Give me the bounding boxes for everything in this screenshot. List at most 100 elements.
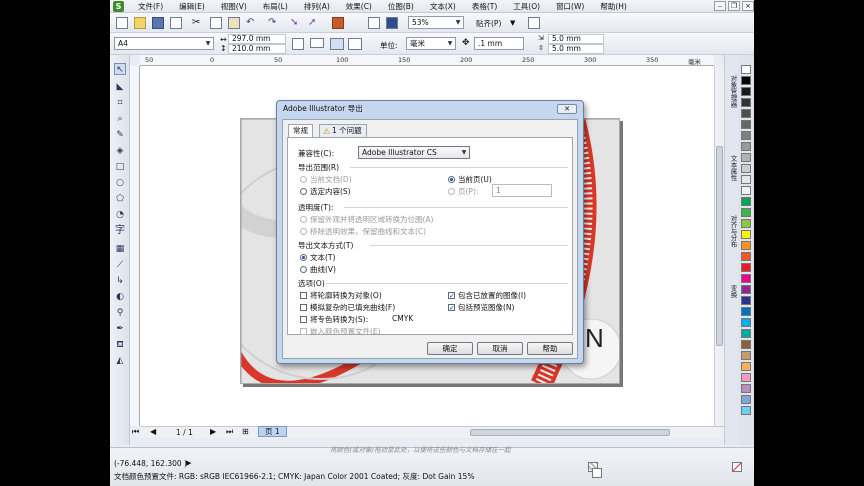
next-page-icon[interactable]: ▶: [210, 427, 216, 436]
options-icon[interactable]: [528, 17, 540, 29]
new-document-icon[interactable]: [116, 17, 128, 29]
radio-selected[interactable]: 选定内容(S): [300, 186, 351, 197]
menu-file[interactable]: 文件(F): [130, 1, 171, 12]
checkbox-convert-outlines[interactable]: 将轮廓转换为对象(O): [300, 290, 382, 301]
export-icon[interactable]: ➚: [308, 17, 320, 29]
color-swatch[interactable]: [741, 109, 751, 118]
copy-icon[interactable]: [210, 17, 222, 29]
color-swatch[interactable]: [741, 263, 751, 272]
add-page-icon[interactable]: ⊞: [242, 427, 249, 436]
scroll-thumb[interactable]: [470, 429, 670, 436]
paper-size-select[interactable]: A4 ▼: [114, 37, 214, 50]
scroll-thumb[interactable]: [716, 146, 723, 346]
color-swatch[interactable]: [741, 395, 751, 404]
shape-tool-icon[interactable]: ◣: [114, 81, 126, 93]
color-swatch[interactable]: [741, 351, 751, 360]
cancel-button[interactable]: 取消: [477, 342, 523, 355]
snap-dropdown-icon[interactable]: ▼: [510, 17, 522, 29]
color-swatch[interactable]: [741, 329, 751, 338]
color-swatch[interactable]: [741, 87, 751, 96]
menu-text[interactable]: 文本(X): [422, 1, 464, 12]
color-swatch[interactable]: [741, 230, 751, 239]
checkbox-spot-convert[interactable]: 将专色转换为(S):: [300, 314, 368, 325]
duplicate-x-input[interactable]: 5.0 mm: [548, 34, 604, 44]
color-swatch[interactable]: [741, 186, 751, 195]
menu-table[interactable]: 表格(T): [464, 1, 505, 12]
table-tool-icon[interactable]: ▦: [114, 243, 126, 255]
color-swatch[interactable]: [741, 373, 751, 382]
current-page-icon[interactable]: [348, 38, 362, 50]
pages-input[interactable]: 1: [492, 184, 552, 197]
ok-button[interactable]: 确定: [427, 342, 473, 355]
text-tool-icon[interactable]: 字: [114, 225, 126, 237]
compatibility-select[interactable]: Adobe Illustrator CS ▼: [358, 146, 470, 159]
nudge-input[interactable]: .1 mm: [474, 37, 524, 50]
units-select[interactable]: 毫米 ▼: [406, 37, 456, 50]
zoom-select[interactable]: 53% ▼: [408, 16, 464, 29]
restore-icon[interactable]: ❐: [728, 1, 740, 11]
horizontal-ruler[interactable]: 50 0 50 100 150 200 250 300 350 毫米: [140, 55, 714, 66]
color-swatch[interactable]: [741, 65, 751, 74]
help-button[interactable]: 帮助: [527, 342, 573, 355]
landscape-icon[interactable]: [310, 38, 324, 48]
color-swatch[interactable]: [741, 197, 751, 206]
connector-tool-icon[interactable]: ↳: [114, 275, 126, 287]
color-swatch[interactable]: [741, 241, 751, 250]
radio-remove-transparency[interactable]: 移除透明效果，保留曲线和文本(C): [300, 226, 426, 237]
pick-tool-icon[interactable]: ↖: [114, 63, 126, 75]
basic-shapes-icon[interactable]: ◔: [114, 209, 126, 221]
radio-preserve-appearance[interactable]: 保留外观并将透明区域转换为位图(A): [300, 214, 433, 225]
color-swatch[interactable]: [741, 406, 751, 415]
color-swatch[interactable]: [741, 120, 751, 129]
radio-pages[interactable]: 页(P):: [448, 186, 478, 197]
color-swatch[interactable]: [741, 76, 751, 85]
polygon-tool-icon[interactable]: ⬠: [114, 193, 126, 205]
paste-icon[interactable]: [228, 17, 240, 29]
color-profile-status[interactable]: 文档颜色预置文件: RGB: sRGB IEC61966-2.1; CMYK: …: [114, 471, 474, 482]
smart-fill-icon[interactable]: ◈: [114, 145, 126, 157]
radio-current-doc[interactable]: 当前文档(D): [300, 174, 352, 185]
all-pages-icon[interactable]: [330, 38, 344, 50]
blend-tool-icon[interactable]: ◐: [114, 291, 126, 303]
prev-page-icon[interactable]: ◀: [150, 427, 156, 436]
color-swatch[interactable]: [741, 164, 751, 173]
color-swatch[interactable]: [741, 274, 751, 283]
color-swatch[interactable]: [741, 340, 751, 349]
color-swatch[interactable]: [741, 208, 751, 217]
first-page-icon[interactable]: ⏮: [132, 427, 139, 437]
color-swatch[interactable]: [741, 98, 751, 107]
menu-layout[interactable]: 布局(L): [255, 1, 296, 12]
spot-convert-value[interactable]: CMYK: [392, 314, 413, 323]
expand-arrow-icon[interactable]: ▶: [186, 459, 191, 467]
docker-tab-align-distribute[interactable]: 对齐与分布: [727, 215, 737, 248]
color-swatch[interactable]: [741, 131, 751, 140]
outline-indicator-icon[interactable]: [592, 468, 602, 478]
import-icon[interactable]: ➘: [290, 17, 302, 29]
checkbox-include-preview[interactable]: ✓ 包括预览图像(N): [448, 302, 514, 313]
paper-width-input[interactable]: 297.0 mm: [228, 34, 286, 44]
corel-online-icon[interactable]: [386, 17, 398, 29]
paper-height-input[interactable]: 210.0 mm: [228, 44, 286, 54]
color-swatch[interactable]: [741, 318, 751, 327]
menu-edit[interactable]: 编辑(E): [171, 1, 213, 12]
no-fill-icon[interactable]: [732, 462, 742, 472]
menu-view[interactable]: 视图(V): [213, 1, 255, 12]
rectangle-tool-icon[interactable]: □: [114, 161, 126, 173]
zoom-tool-icon[interactable]: ⌕: [114, 113, 126, 125]
save-icon[interactable]: [152, 17, 164, 29]
radio-current-page[interactable]: 当前页(U): [448, 174, 492, 185]
open-folder-icon[interactable]: [134, 17, 146, 29]
menu-effects[interactable]: 效果(C): [338, 1, 380, 12]
crop-tool-icon[interactable]: ⌗: [114, 97, 126, 109]
checkbox-simulate-fills[interactable]: 模拟复杂的已填充曲线(F): [300, 302, 395, 313]
color-swatch[interactable]: [741, 153, 751, 162]
menu-help[interactable]: 帮助(H): [592, 1, 635, 12]
radio-export-as-curves[interactable]: 曲线(V): [300, 264, 336, 275]
color-swatch[interactable]: [741, 252, 751, 261]
interactive-fill-icon[interactable]: ◭: [114, 355, 126, 367]
color-swatch[interactable]: [741, 307, 751, 316]
outline-pen-icon[interactable]: ✒: [114, 323, 126, 335]
checkbox-embed-profile[interactable]: 嵌入颜色预置文件(E): [300, 326, 381, 337]
color-swatch[interactable]: [741, 384, 751, 393]
menu-window[interactable]: 窗口(W): [548, 1, 592, 12]
